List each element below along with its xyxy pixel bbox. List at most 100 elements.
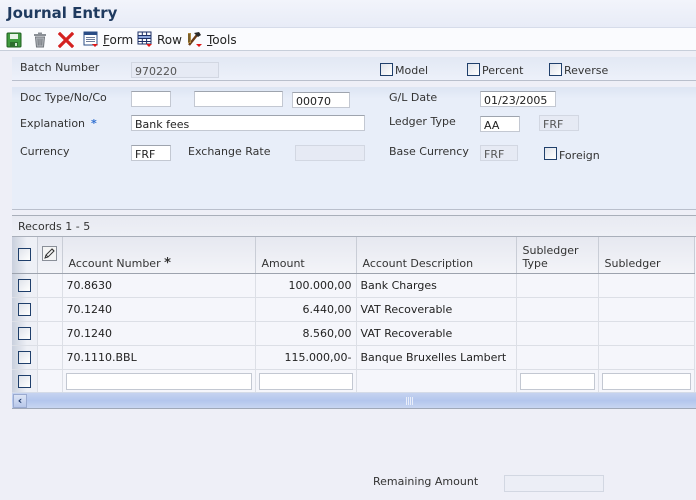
doc-type-input[interactable] (131, 91, 171, 107)
subledger-type-cell[interactable] (516, 297, 599, 322)
model-checkbox[interactable] (380, 63, 393, 76)
row-edit-cell (37, 273, 63, 298)
reverse-checkbox[interactable] (549, 63, 562, 76)
account-number-cell[interactable]: 70.1240 (62, 321, 256, 346)
tools-menu-button[interactable]: Tools (187, 30, 237, 49)
row-edit-cell (37, 297, 63, 322)
header-panel: Doc Type/No/Co 00070 G/L Date 01/23/2005… (12, 87, 696, 210)
trash-icon (32, 32, 48, 48)
table-row[interactable]: 70.1240 8.560,00 VAT Recoverable (12, 321, 695, 346)
form-menu-button[interactable]: Form (83, 30, 133, 49)
account-number-cell[interactable]: 70.8630 (62, 273, 256, 298)
subledger-cell[interactable] (598, 345, 695, 370)
column-header-amount[interactable]: Amount (255, 237, 357, 274)
amount-cell[interactable]: 6.440,00 (255, 297, 357, 322)
edit-pencil-icon[interactable] (42, 246, 57, 262)
description-cell: Bank Charges (356, 273, 517, 298)
batch-number-field: 970220 (131, 62, 219, 78)
select-all-cell (12, 237, 38, 274)
column-header-subledger[interactable]: Subledger (598, 237, 695, 274)
records-count: Records 1 - 5 (18, 220, 91, 233)
records-bar: Records 1 - 5 (12, 216, 696, 237)
subledger-cell[interactable] (598, 273, 695, 298)
select-all-checkbox[interactable] (17, 248, 31, 262)
gl-date-label: G/L Date (389, 91, 438, 104)
row-checkbox[interactable] (17, 350, 31, 364)
account-number-cell[interactable]: 70.1240 (62, 297, 256, 322)
scroll-left-arrow-icon[interactable]: ‹ (13, 394, 27, 408)
subledger-type-cell[interactable] (516, 273, 599, 298)
subledger-cell[interactable] (598, 321, 695, 346)
explanation-input[interactable]: Bank fees (131, 115, 365, 131)
amount-cell[interactable]: 100.000,00 (255, 273, 357, 298)
new-entry-row[interactable] (12, 369, 695, 394)
row-select-cell (12, 345, 38, 370)
account-number-input[interactable] (65, 372, 252, 390)
description-cell: VAT Recoverable (356, 321, 517, 346)
row-select-cell (12, 297, 38, 322)
base-currency-field: FRF (480, 145, 518, 161)
batch-panel: Batch Number 970220 Model Percent Revers… (12, 57, 696, 81)
percent-checkbox[interactable] (467, 63, 480, 76)
save-button[interactable] (6, 30, 22, 49)
subledger-cell (598, 369, 695, 394)
row-checkbox[interactable] (17, 302, 31, 316)
column-header-account-description[interactable]: Account Description (356, 237, 517, 274)
amount-cell (255, 369, 357, 394)
amount-cell[interactable]: 115.000,00- (255, 345, 357, 370)
ledger-type-input[interactable]: AA (480, 116, 520, 132)
required-icon: * (164, 255, 171, 271)
close-button[interactable] (58, 30, 74, 49)
row-checkbox[interactable] (17, 278, 31, 292)
currency-input[interactable]: FRF (131, 145, 171, 161)
column-header-subledger-type[interactable]: Subledger Type (516, 237, 599, 274)
exchange-rate-field (295, 145, 365, 161)
form-menu-label: Form (103, 32, 134, 47)
subledger-type-cell[interactable] (516, 345, 599, 370)
percent-label: Percent (482, 64, 524, 77)
subledger-input[interactable] (601, 372, 691, 390)
base-currency-label: Base Currency (389, 145, 469, 158)
ledger-currency-field: FRF (539, 115, 579, 131)
row-menu-button[interactable]: Row (137, 30, 182, 49)
row-select-cell (12, 273, 38, 298)
account-number-cell (62, 369, 256, 394)
description-cell: VAT Recoverable (356, 297, 517, 322)
foreign-checkbox[interactable] (544, 147, 557, 160)
column-header-account-number[interactable]: Account Number * (62, 237, 256, 274)
doc-company-input[interactable]: 00070 (292, 92, 350, 108)
foreign-label: Foreign (559, 149, 600, 162)
row-select-cell (12, 321, 38, 346)
row-edit-cell (37, 345, 63, 370)
subledger-type-cell[interactable] (516, 321, 599, 346)
amount-input[interactable] (258, 372, 353, 390)
row-checkbox[interactable] (17, 326, 31, 340)
remaining-amount-field (504, 475, 604, 492)
toolbar: Form Row Tools (0, 27, 696, 51)
account-number-cell[interactable]: 70.1110.BBL (62, 345, 256, 370)
subledger-cell[interactable] (598, 297, 695, 322)
table-row[interactable]: 70.1110.BBL 115.000,00- Banque Bruxelles… (12, 345, 695, 370)
row-checkbox[interactable] (17, 374, 31, 388)
title-bar: Journal Entry (0, 0, 696, 27)
subledger-type-input[interactable] (519, 372, 595, 390)
description-cell (356, 369, 517, 394)
row-edit-cell (37, 321, 63, 346)
currency-label: Currency (20, 145, 70, 158)
tools-icon (187, 31, 203, 48)
save-icon (6, 32, 22, 48)
reverse-label: Reverse (564, 64, 609, 77)
close-icon (58, 31, 74, 48)
amount-cell[interactable]: 8.560,00 (255, 321, 357, 346)
description-cell: Banque Bruxelles Lambert (356, 345, 517, 370)
form-icon (83, 31, 99, 48)
table-row[interactable]: 70.1240 6.440,00 VAT Recoverable (12, 297, 695, 322)
doc-number-input[interactable] (194, 91, 283, 107)
horizontal-scrollbar[interactable]: ‹ (12, 392, 696, 409)
grid-row-icon (137, 31, 153, 48)
delete-button[interactable] (32, 30, 48, 49)
table-row[interactable]: 70.8630 100.000,00 Bank Charges (12, 273, 695, 298)
model-label: Model (395, 64, 429, 77)
gl-date-input[interactable]: 01/23/2005 (480, 91, 556, 107)
journal-grid: Records 1 - 5 Account Number * Amount Ac… (12, 215, 696, 409)
